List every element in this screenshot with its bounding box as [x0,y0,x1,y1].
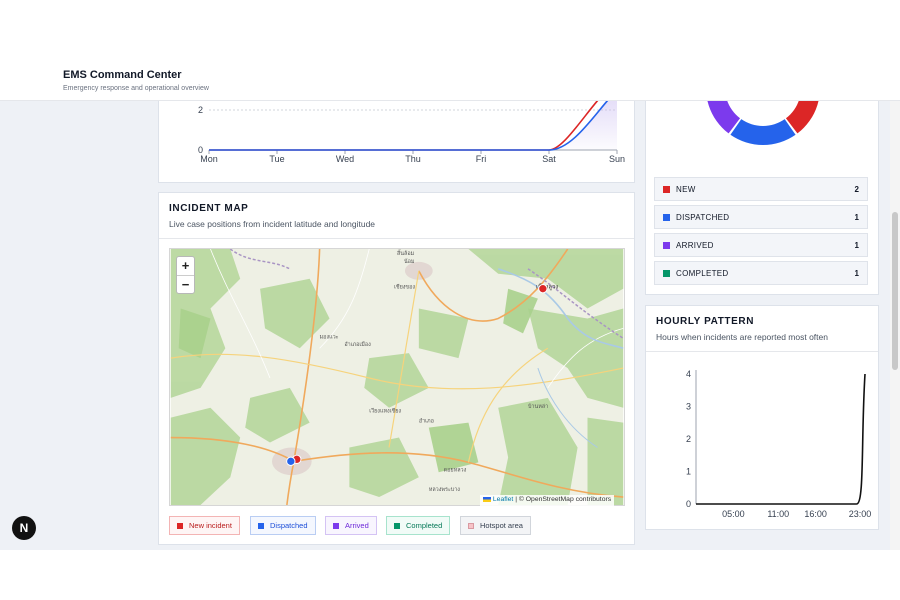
svg-text:เชียงของ: เชียงของ [394,284,415,291]
svg-text:ดอยหลวง: ดอยหลวง [444,467,467,473]
legend-label: Dispatched [270,521,308,530]
status-label: ARRIVED [676,240,714,250]
svg-text:หลวงพระบาง: หลวงพระบาง [429,487,461,493]
status-row-dispatched: DISPATCHED 1 [654,205,868,229]
new-status-swatch [663,185,670,193]
status-count: 1 [854,240,859,250]
hourly-line [696,373,866,505]
legend-new-incident: New incident [169,516,240,535]
svg-text:อำเภอ: อำเภอ [419,418,434,425]
status-count: 2 [854,184,859,194]
x-tick-label: Wed [336,154,354,164]
zoom-in-button[interactable]: + [177,257,194,275]
legend-completed: Completed [386,516,451,535]
hourly-pattern-header: HOURLY PATTERN Hours when incidents are … [646,306,878,352]
legend-label: Completed [406,521,443,530]
y-tick-label: 2 [686,434,691,444]
zoom-out-button[interactable]: − [177,275,194,293]
hourly-pattern-title: HOURLY PATTERN [656,316,755,327]
app-title: EMS Command Center [63,69,182,81]
y-tick-label: 3 [686,402,691,412]
y-tick-label: 0 [686,499,691,509]
incident-map-header: INCIDENT MAP Live case positions from in… [159,193,634,239]
status-row-arrived: ARRIVED 1 [654,233,868,257]
osm-attribution: | © OpenStreetMap contributors [513,496,612,503]
map-attribution: Leaflet | © OpenStreetMap contributors [480,495,615,506]
dispatched-status-swatch [663,213,670,221]
incident-map-subtitle: Live case positions from incident latitu… [169,219,376,229]
svg-text:เวียงแหงเชียง: เวียงแหงเชียง [369,408,401,415]
legend-arrived: Arrived [325,516,377,535]
x-tick-label: Sat [542,154,556,164]
legend-hotspot-area: Hotspot area [460,516,531,535]
donut-slice-dispatched [730,119,796,145]
legend-label: Arrived [345,521,369,530]
svg-text:มองแวะ: มองแวะ [320,334,339,340]
completed-swatch [394,522,400,529]
status-row-new: NEW 2 [654,177,868,201]
app-subtitle: Emergency response and operational overv… [63,85,209,92]
x-tick-label: 11:00 [767,509,789,519]
legend-label: New incident [189,521,232,530]
svg-text:น้อม: น้อม [404,258,415,265]
svg-text:อำเภอเมือง: อำเภอเมือง [344,341,371,348]
x-tick-label: 23:00 [849,509,872,519]
status-label: COMPLETED [676,268,729,278]
x-tick-label: Sun [609,154,625,164]
x-tick-label: Mon [200,154,218,164]
hourly-pattern-subtitle: Hours when incidents are reported most o… [656,332,828,342]
status-label: NEW [676,184,696,194]
arrived-swatch [333,522,339,529]
app-header: EMS Command Center Emergency response an… [0,60,900,101]
new-incident-swatch [177,522,183,529]
hourly-pattern-card: HOURLY PATTERN Hours when incidents are … [645,305,879,530]
legend-label: Hotspot area [480,521,523,530]
legend-dispatched: Dispatched [250,516,316,535]
x-tick-label: 16:00 [804,509,827,519]
status-count: 1 [854,212,859,222]
svg-text:สิ้นล้อม: สิ้นล้อม [397,249,415,257]
scrollbar-thumb[interactable] [892,212,898,370]
svg-text:บ้านหล่า: บ้านหล่า [528,403,548,410]
map-zoom-control: + − [176,256,195,294]
status-row-completed: COMPLETED 1 [654,261,868,285]
hotspot-swatch [468,522,474,529]
dispatched-swatch [258,522,264,529]
x-tick-label: 05:00 [722,509,745,519]
x-tick-label: Tue [269,154,284,164]
status-label: DISPATCHED [676,212,730,222]
y-tick-label: 2 [198,105,203,115]
leaflet-link[interactable]: Leaflet [493,496,513,503]
status-count: 1 [854,268,859,278]
y-tick-label: 4 [686,369,691,379]
incident-map-title: INCIDENT MAP [169,203,249,214]
x-tick-label: Thu [405,154,421,164]
nextjs-dev-badge[interactable]: N [12,516,36,540]
x-tick-label: Fri [476,154,487,164]
y-tick-label: 1 [686,467,691,477]
hourly-pattern-chart: 0 1 2 3 4 05:00 11:00 16:00 23:00 [686,369,872,519]
incident-map[interactable]: สิ้นล้อม น้อม เชียงของ มองแวะ อำเภอเมือง… [169,248,625,506]
completed-status-swatch [663,269,670,277]
arrived-status-swatch [663,241,670,249]
ukraine-flag-icon [483,496,491,502]
